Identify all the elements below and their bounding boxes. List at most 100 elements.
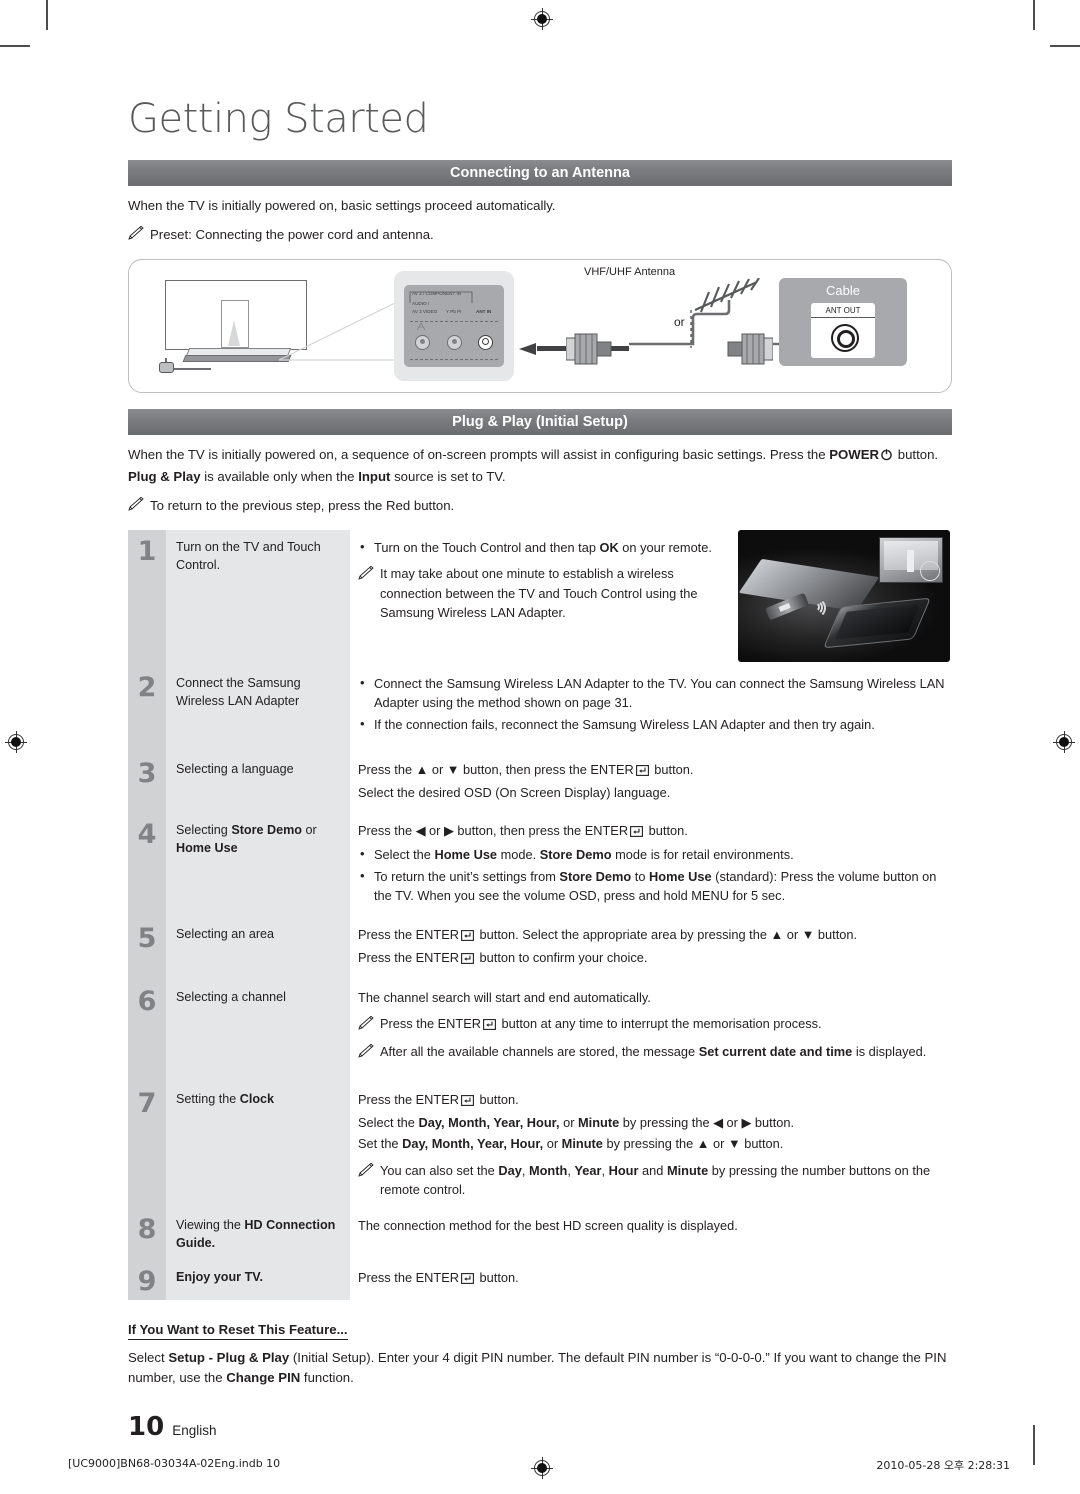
table-row: 1 Turn on the TV and Touch Control. Turn… — [128, 529, 952, 666]
step8-line-1: The connection method for the best HD sc… — [358, 1217, 738, 1233]
antenna-symbol-icon — [416, 322, 426, 331]
step5-line-2: Press the ENTER button to confirm your c… — [358, 948, 952, 969]
vhf-uhf-antenna-label: VHF/UHF Antenna — [584, 265, 676, 278]
step-description: The connection method for the best HD sc… — [350, 1208, 952, 1261]
cable-box-title: Cable — [826, 282, 860, 298]
enjoy-your-tv-keyword: Enjoy your TV. — [176, 1270, 264, 1285]
setup-plug-play-keyword: Setup - Plug & Play — [168, 1349, 290, 1365]
list-item: Connect the Samsung Wireless LAN Adapter… — [358, 673, 952, 713]
panel-divider-bottom — [410, 358, 498, 360]
enter-icon — [461, 1092, 474, 1111]
pencil-icon — [358, 565, 374, 580]
table-row: 6 Selecting a channel The channel search… — [128, 979, 952, 1082]
pp-text-1: When the TV is initially powered on, a s… — [128, 446, 830, 462]
step7-line-1: Press the ENTER button. — [358, 1090, 952, 1111]
panel-antin-label: ANT IN — [476, 308, 492, 314]
step-description: The channel search will start and end au… — [350, 980, 952, 1082]
step1-bullet-pre: Turn on the Touch Control and then tap — [374, 539, 600, 555]
step-title: Selecting Store Demo or Home Use — [166, 812, 350, 917]
section-header-plug-and-play: Plug & Play (Initial Setup) — [128, 408, 952, 435]
plug-play-return-note: To return to the previous step, press th… — [128, 496, 952, 516]
page-title: Getting Started — [128, 96, 429, 142]
step7-title-pre: Setting the — [176, 1091, 240, 1106]
table-row: 3 Selecting a language Press the ▲ or ▼ … — [128, 751, 952, 813]
antenna-connection-diagram: AV 2 / COMPONENT IN AUDIO / AV 2 VIDEO Y… — [128, 258, 952, 393]
antenna-preset-note-text: Preset: Connecting the power cord and an… — [150, 227, 434, 243]
table-row: 8 Viewing the HD Connection Guide. The c… — [128, 1207, 952, 1261]
or-label: or — [674, 314, 685, 329]
step-title: Viewing the HD Connection Guide. — [166, 1207, 350, 1261]
table-row: 4 Selecting Store Demo or Home Use Press… — [128, 812, 952, 917]
list-item: Select the Home Use mode. Store Demo mod… — [358, 844, 952, 864]
setup-steps-table: 1 Turn on the TV and Touch Control. Turn… — [128, 529, 952, 1300]
panel-ypbpr-label: Y Pb Pr — [446, 308, 462, 314]
clock-keyword: Clock — [239, 1091, 275, 1106]
step3-line-1: Press the ▲ or ▼ button, then press the … — [358, 760, 952, 781]
tv-stand-cone — [228, 319, 240, 346]
page-content: Getting Started Connecting to an Antenna… — [128, 0, 952, 1494]
step-number: 5 — [128, 916, 166, 980]
step-number: 6 — [128, 979, 166, 1082]
home-use-keyword: Home Use — [176, 840, 238, 855]
change-pin-keyword: Change PIN — [226, 1369, 301, 1385]
step5-line-1: Press the ENTER button. Select the appro… — [358, 925, 952, 946]
step-number: 3 — [128, 751, 166, 813]
step1-photo-cell — [736, 529, 952, 666]
page-language: English — [172, 1422, 217, 1438]
power-symbol-icon — [880, 447, 893, 467]
print-timestamp: 2010-05-28 오후 2:28:31 — [876, 1459, 1010, 1472]
step-description: Press the ENTER button. — [350, 1260, 952, 1299]
step-title: Enjoy your TV. — [166, 1260, 350, 1300]
store-demo-keyword: Store Demo — [231, 822, 302, 837]
reset-text-3: function. — [300, 1369, 354, 1385]
step-title: Turn on the TV and Touch Control. — [166, 529, 350, 666]
step9-line-1: Press the ENTER button. — [358, 1268, 952, 1289]
antenna-preset-note: Preset: Connecting the power cord and an… — [128, 225, 952, 245]
pencil-icon — [358, 1162, 374, 1177]
tv-rear-panel: AV 2 / COMPONENT IN AUDIO / AV 2 VIDEO Y… — [394, 270, 514, 381]
crop-mark-top-right-vertical — [1033, 0, 1035, 30]
reset-feature-body: Select Setup - Plug & Play (Initial Setu… — [128, 1348, 952, 1388]
step7-line-2: Select the Day, Month, Year, Hour, or Mi… — [358, 1114, 795, 1130]
print-file-info: [UC9000]BN68-03034A-02Eng.indb 10 — [68, 1457, 281, 1470]
step7-note-1: You can also set the Day, Month, Year, H… — [358, 1161, 952, 1200]
panel-audio-label: AUDIO / — [412, 300, 430, 306]
audio-jack — [415, 334, 430, 350]
step4-line-1: Press the ◀ or ▶ button, then press the … — [358, 821, 952, 842]
or-dashed-line — [690, 309, 692, 348]
print-footer: [UC9000]BN68-03034A-02Eng.indb 10 2010-0… — [0, 1455, 1080, 1479]
page-number: 10 — [128, 1411, 165, 1442]
crop-mark-top-right-horizontal — [1050, 45, 1080, 47]
step-title: Setting the Clock — [166, 1081, 350, 1208]
step-title: Selecting an area — [166, 916, 350, 980]
ant-out-port: ANT OUT — [811, 302, 875, 358]
pp-text-4: source is set to TV. — [390, 468, 506, 484]
step1-bullet-post: on your remote. — [618, 539, 712, 555]
section-header-connecting-to-antenna: Connecting to an Antenna — [128, 160, 952, 186]
ant-out-label: ANT OUT — [811, 306, 875, 318]
list-item: To return the unit’s settings from Store… — [358, 866, 952, 906]
table-row: 7 Setting the Clock Press the ENTER butt… — [128, 1081, 952, 1208]
step1-note: It may take about one minute to establis… — [358, 564, 736, 622]
step-number: 1 — [128, 529, 166, 666]
step-description: Press the ENTER button. Select the Day, … — [350, 1082, 952, 1208]
enter-icon — [461, 927, 474, 946]
reset-feature-block: If You Want to Reset This Feature... Sel… — [128, 1300, 952, 1388]
tv-rear-panel-inner: AV 2 / COMPONENT IN AUDIO / AV 2 VIDEO Y… — [404, 284, 504, 367]
ant-out-ring-inner — [837, 329, 855, 348]
step-number: 7 — [128, 1081, 166, 1208]
plug-play-return-note-text: To return to the previous step, press th… — [150, 497, 455, 513]
step-number: 2 — [128, 665, 166, 752]
step-title: Selecting a language — [166, 751, 350, 813]
step-description: Connect the Samsung Wireless LAN Adapter… — [350, 666, 952, 752]
ant-in-jack — [478, 334, 493, 350]
enter-icon — [461, 1270, 474, 1289]
step7-line-3: Set the Day, Month, Year, Hour, or Minut… — [358, 1136, 784, 1152]
ok-keyword: OK — [599, 539, 619, 555]
pencil-icon — [128, 496, 144, 511]
pencil-icon — [128, 225, 144, 240]
pp-text-3: is available only when the — [200, 468, 359, 484]
enter-icon — [635, 762, 649, 781]
step-description: Press the ▲ or ▼ button, then press the … — [350, 752, 952, 813]
antenna-intro-paragraph: When the TV is initially powered on, bas… — [128, 198, 556, 213]
